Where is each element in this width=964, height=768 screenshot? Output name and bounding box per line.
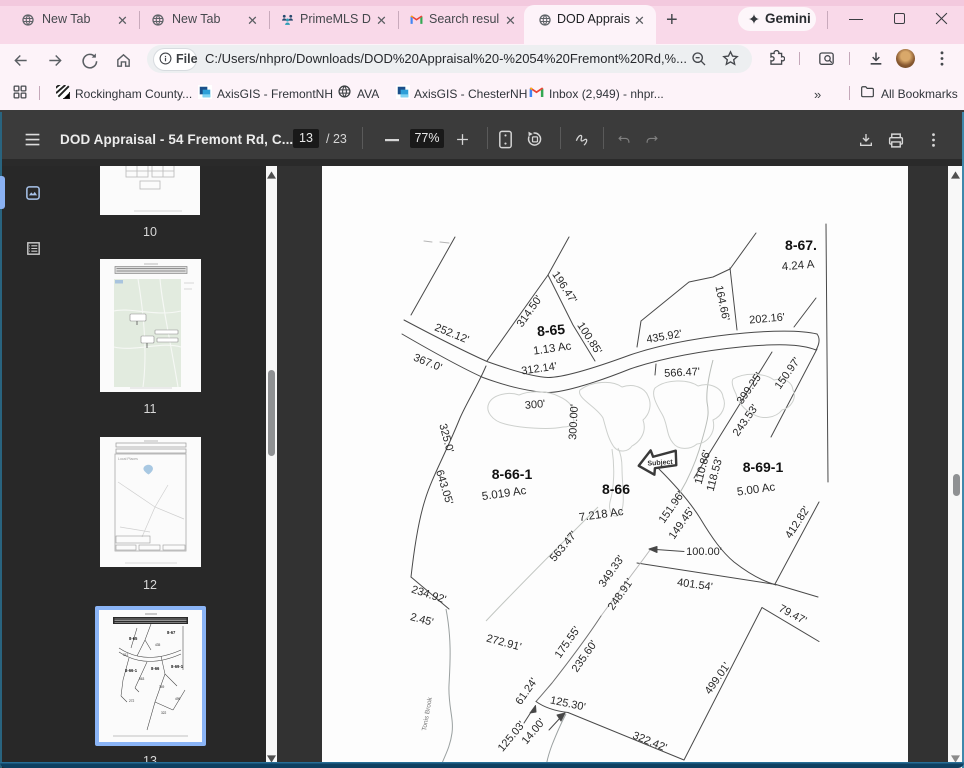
svg-text:499.01': 499.01' [703, 660, 733, 696]
svg-text:243.53': 243.53' [731, 402, 761, 438]
svg-text:8-67: 8-67 [167, 630, 176, 635]
svg-text:125.30': 125.30' [549, 694, 586, 713]
svg-text:8-65: 8-65 [536, 321, 566, 339]
svg-text:8-66: 8-66 [602, 481, 630, 497]
svg-text:2.45': 2.45' [409, 611, 435, 629]
svg-text:322: 322 [161, 711, 167, 715]
svg-text:563.47': 563.47' [548, 529, 580, 564]
svg-text:8-66-1: 8-66-1 [125, 668, 138, 673]
svg-text:202.16': 202.16' [749, 311, 786, 326]
svg-text:8-65: 8-65 [129, 636, 138, 641]
svg-text:5.00 Ac: 5.00 Ac [736, 481, 776, 498]
svg-text:Local Places: Local Places [118, 457, 138, 461]
svg-text:79.47': 79.47' [777, 603, 809, 628]
svg-text:325.0': 325.0' [436, 422, 455, 454]
svg-text:7.218 Ac: 7.218 Ac [578, 506, 624, 524]
svg-text:61.24': 61.24' [513, 676, 540, 707]
svg-text:563: 563 [139, 677, 145, 681]
svg-text:643.05': 643.05' [433, 468, 455, 506]
svg-text:322.42': 322.42' [631, 730, 669, 755]
svg-text:8-69-1: 8-69-1 [743, 459, 784, 475]
svg-text:8-66-1: 8-66-1 [492, 466, 533, 482]
svg-text:150.97': 150.97' [773, 355, 803, 391]
svg-text:272: 272 [129, 699, 135, 703]
svg-text:435.92': 435.92' [646, 328, 683, 346]
svg-text:8-66: 8-66 [151, 666, 160, 671]
svg-text:4.24 A: 4.24 A [781, 259, 815, 274]
svg-text:100.00': 100.00' [686, 546, 722, 558]
svg-text:272.91': 272.91' [485, 633, 523, 654]
svg-text:252.12': 252.12' [433, 322, 471, 347]
svg-text:Tonis Brook: Tonis Brook [421, 696, 434, 731]
svg-text:5.019 Ac: 5.019 Ac [481, 485, 527, 503]
svg-text:566.47': 566.47' [664, 366, 700, 380]
svg-text:300.00': 300.00' [567, 404, 581, 440]
svg-text:499: 499 [175, 697, 181, 701]
svg-text:349: 349 [159, 685, 165, 689]
svg-text:8-69-1: 8-69-1 [171, 664, 184, 669]
svg-text:312.14': 312.14' [521, 361, 558, 378]
svg-text:14.00': 14.00' [520, 716, 548, 746]
svg-text:234.92': 234.92' [410, 584, 448, 606]
svg-text:435: 435 [155, 643, 161, 647]
svg-text:1.13 Ac: 1.13 Ac [532, 340, 572, 357]
svg-text:8-67.: 8-67. [785, 237, 817, 253]
svg-text:401.54': 401.54' [676, 577, 713, 594]
svg-text:300': 300' [524, 398, 545, 412]
svg-text:312: 312 [123, 653, 129, 657]
svg-text:164.66': 164.66' [712, 284, 731, 321]
